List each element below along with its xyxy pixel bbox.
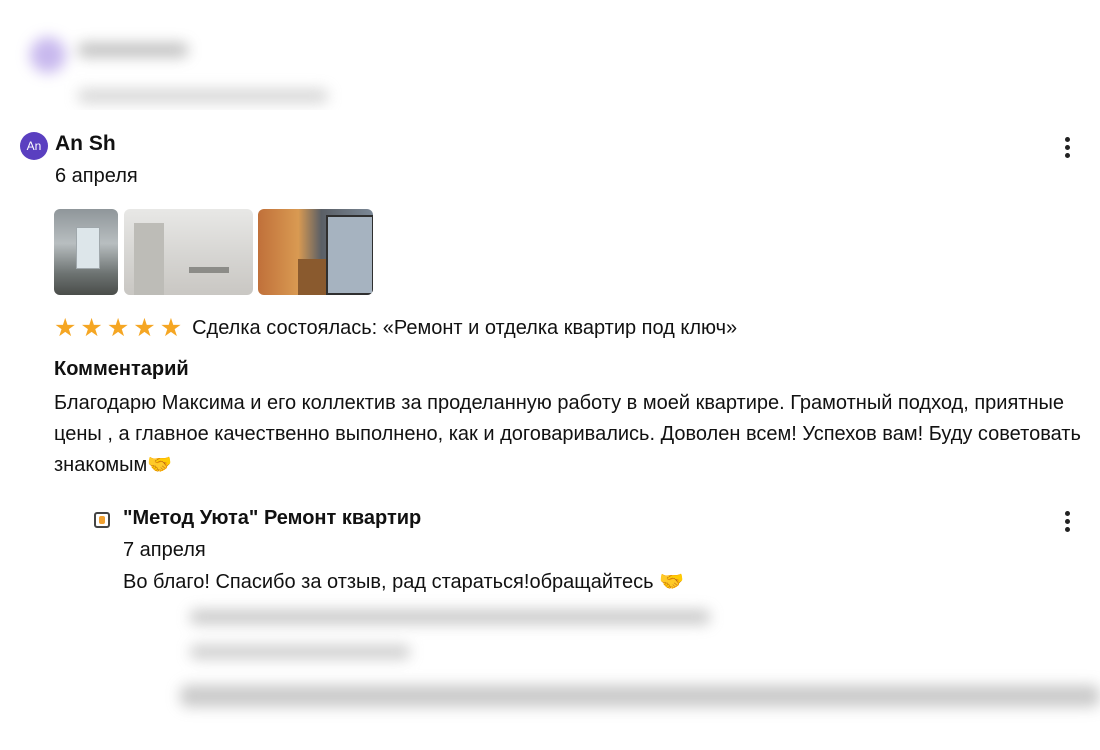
seller-logo-icon	[94, 512, 110, 528]
reply-date: 7 апреля	[123, 539, 206, 561]
review-photo-2[interactable]	[124, 209, 253, 295]
deal-status: Сделка состоялась: «Ремонт и отделка ква…	[192, 316, 738, 339]
review-photo-3[interactable]	[258, 209, 373, 295]
star-icon: ★	[54, 314, 77, 342]
star-icon: ★	[80, 314, 103, 342]
review-card: An An Sh 6 апреля ★ ★ ★ ★ ★ Сделка состо…	[0, 110, 1100, 615]
star-icon: ★	[159, 314, 183, 342]
reply-author[interactable]: "Метод Уюта" Ремонт квартир	[123, 507, 421, 530]
comment-text: Благодарю Максима и его коллектив за про…	[54, 392, 1081, 476]
review-photo-1[interactable]	[54, 209, 118, 295]
reply-text: Во благо! Спасибо за отзыв, рад старатьс…	[123, 571, 684, 593]
review-date: 6 апреля	[55, 165, 138, 187]
star-icon: ★	[106, 314, 130, 342]
star-icon: ★	[133, 314, 156, 342]
more-options-icon[interactable]	[1057, 137, 1077, 163]
rating-row: ★ ★ ★ ★ ★ Сделка состоялась: «Ремонт и о…	[54, 315, 737, 341]
blurred-next-review	[120, 600, 1100, 750]
reply-more-options-icon[interactable]	[1057, 511, 1077, 537]
comment-heading: Комментарий	[54, 358, 189, 380]
avatar[interactable]: An	[20, 132, 48, 160]
blurred-previous-review	[20, 25, 350, 115]
review-author[interactable]: An Sh	[55, 132, 116, 156]
